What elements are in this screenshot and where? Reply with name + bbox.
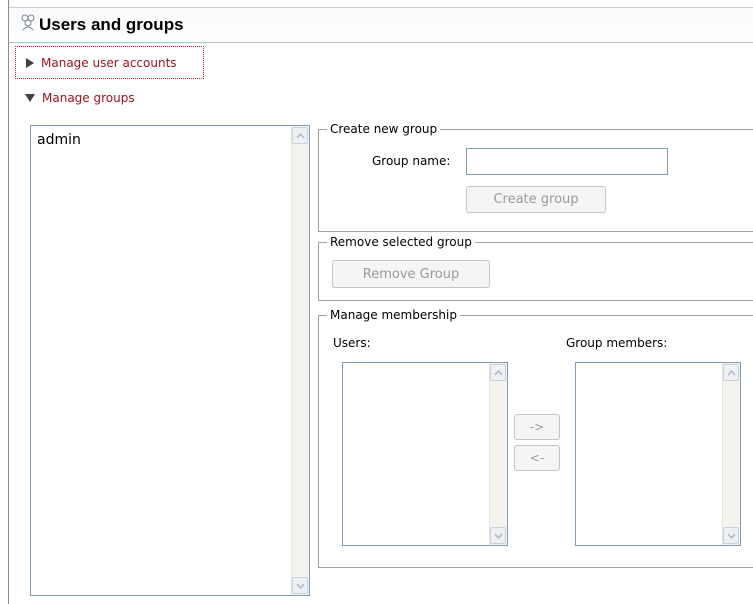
window-edge — [8, 0, 9, 604]
section-manage-groups[interactable]: Manage groups — [24, 88, 135, 108]
collapse-arrow-icon — [25, 94, 35, 102]
section-manage-user-accounts[interactable]: Manage user accounts — [15, 46, 204, 79]
users-label: Users: — [333, 336, 371, 350]
scroll-up-button[interactable] — [292, 127, 308, 144]
section-label: Manage user accounts — [41, 55, 177, 70]
group-members-list[interactable] — [575, 362, 741, 546]
section-label: Manage groups — [42, 91, 135, 105]
groupbox-title: Manage membership — [327, 307, 460, 323]
create-group-button[interactable]: Create group — [466, 186, 606, 213]
create-group-box: Create new group — [318, 121, 753, 232]
page-title: Users and groups — [39, 15, 184, 34]
list-item[interactable]: admin — [37, 132, 81, 148]
scroll-up-button[interactable] — [723, 364, 739, 381]
remove-member-button[interactable]: <- — [514, 445, 560, 471]
scroll-down-button[interactable] — [292, 577, 308, 594]
users-icon — [21, 14, 35, 31]
chevron-up-icon — [726, 369, 736, 375]
remove-group-button[interactable]: Remove Group — [332, 260, 490, 288]
users-list[interactable] — [342, 362, 508, 546]
chevron-up-icon — [295, 132, 305, 138]
users-list-scrollbar[interactable] — [489, 363, 507, 545]
group-name-label: Group name: — [372, 154, 451, 168]
scroll-down-button[interactable] — [723, 527, 739, 544]
group-name-input[interactable] — [466, 148, 668, 175]
groupbox-title: Remove selected group — [327, 234, 475, 250]
scroll-up-button[interactable] — [490, 364, 506, 381]
add-member-button[interactable]: -> — [514, 414, 560, 440]
groups-list-scrollbar[interactable] — [291, 126, 309, 595]
chevron-down-icon — [726, 533, 736, 539]
expand-arrow-icon — [26, 57, 34, 68]
members-list-scrollbar[interactable] — [722, 363, 740, 545]
group-members-label: Group members: — [566, 336, 668, 350]
groupbox-title: Create new group — [327, 121, 441, 137]
chevron-down-icon — [493, 533, 503, 539]
scroll-down-button[interactable] — [490, 527, 506, 544]
chevron-up-icon — [493, 369, 503, 375]
chevron-down-icon — [295, 583, 305, 589]
groups-list[interactable] — [30, 125, 310, 596]
